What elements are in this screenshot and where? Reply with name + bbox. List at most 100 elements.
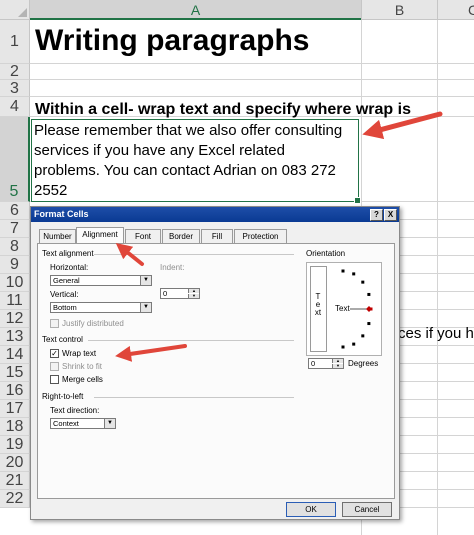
column-header-b[interactable]: B (361, 0, 437, 20)
degrees-value: 0 (311, 359, 316, 368)
divider (94, 397, 294, 398)
overflow-text-row-12: ces if you h (398, 325, 474, 342)
merge-cells-checkbox[interactable] (50, 375, 59, 384)
wrap-text-checkbox[interactable]: ✓ (50, 349, 59, 358)
indent-value: 0 (163, 289, 168, 298)
vertical-value: Bottom (53, 303, 77, 312)
text-direction-value: Context (53, 419, 79, 428)
right-to-left-heading: Right-to-left (42, 392, 84, 401)
row-header[interactable]: 6 (0, 202, 30, 220)
orientation-heading: Orientation (306, 249, 346, 258)
row-header[interactable]: 8 (0, 238, 30, 256)
dial-tick (352, 272, 356, 276)
text-alignment-heading: Text alignment (42, 249, 94, 258)
row-header[interactable]: 21 (0, 472, 30, 490)
text-control-heading: Text control (42, 335, 83, 344)
merge-cells-label: Merge cells (62, 375, 103, 384)
orientation-handle-icon (366, 306, 372, 312)
dial-tick (341, 345, 345, 349)
chevron-down-icon: ▼ (104, 419, 115, 428)
row-header[interactable]: 3 (0, 80, 30, 97)
gridline (437, 20, 438, 535)
dial-tick (367, 322, 371, 326)
divider (94, 254, 294, 255)
tab-protection[interactable]: Protection (234, 229, 287, 243)
vertical-text-sample: Text (314, 292, 322, 317)
row-header[interactable]: 16 (0, 382, 30, 400)
degrees-label: Degrees (348, 359, 379, 368)
dialog-title: Format Cells (34, 209, 89, 219)
title-cell-a1[interactable]: Writing paragraphs (35, 24, 309, 58)
row-header[interactable]: 17 (0, 400, 30, 418)
spin-down-icon[interactable]: ▼ (188, 294, 199, 298)
text-direction-select[interactable]: Context ▼ (50, 418, 116, 429)
divider (88, 340, 294, 341)
dialog-titlebar[interactable]: Format Cells (31, 207, 399, 222)
subheading-cell-a4[interactable]: Within a cell- wrap text and specify whe… (35, 101, 411, 119)
row-header[interactable]: 4 (0, 97, 30, 117)
row-header[interactable]: 2 (0, 64, 30, 80)
dial-tick (361, 334, 365, 338)
row-header[interactable]: 5 (0, 117, 30, 202)
row-header[interactable]: 13 (0, 328, 30, 346)
dial-tick (341, 269, 345, 273)
horizontal-value: General (53, 276, 80, 285)
cancel-button[interactable]: Cancel (342, 502, 392, 517)
row-header[interactable]: 9 (0, 256, 30, 274)
vertical-select[interactable]: Bottom ▼ (50, 302, 152, 313)
tab-number[interactable]: Number (39, 229, 76, 243)
spin-down-icon[interactable]: ▼ (332, 364, 343, 368)
fill-handle[interactable] (354, 197, 361, 204)
row-header[interactable]: 1 (0, 20, 30, 64)
dial-tick (367, 292, 371, 296)
indent-label: Indent: (160, 263, 185, 272)
vertical-label: Vertical: (50, 290, 79, 299)
wrapped-line: Please remember that we also offer consu… (34, 122, 343, 139)
row-header[interactable]: 15 (0, 364, 30, 382)
close-button[interactable]: X (384, 209, 397, 221)
wrapped-line: problems. You can contact Adrian on 083 … (34, 162, 336, 179)
tab-alignment[interactable]: Alignment (76, 227, 124, 244)
row-header[interactable]: 14 (0, 346, 30, 364)
horizontal-text-sample: Text (335, 304, 350, 313)
help-button[interactable]: ? (370, 209, 383, 221)
row-header[interactable]: 18 (0, 418, 30, 436)
alignment-tab-panel: Text alignment Horizontal: General ▼ Ind… (37, 243, 395, 499)
row-header[interactable]: 12 (0, 310, 30, 328)
row-header[interactable]: 20 (0, 454, 30, 472)
row-header[interactable]: 22 (0, 490, 30, 508)
wrap-text-label: Wrap text (62, 349, 97, 358)
column-header-a[interactable]: A (30, 0, 361, 20)
degrees-spinner[interactable]: 0 ▲ ▼ (308, 358, 344, 369)
checkmark-icon: ✓ (51, 349, 58, 358)
gridline (30, 63, 474, 64)
ok-button[interactable]: OK (286, 502, 336, 517)
horizontal-select[interactable]: General ▼ (50, 275, 152, 286)
justify-distributed-label: Justify distributed (62, 319, 124, 328)
vertical-text-box[interactable]: Text (310, 266, 327, 352)
dial-tick (361, 280, 365, 284)
gridline (30, 96, 474, 97)
text-direction-label: Text direction: (50, 406, 100, 415)
chevron-down-icon: ▼ (140, 276, 151, 285)
tab-border[interactable]: Border (162, 229, 200, 243)
row-header[interactable]: 19 (0, 436, 30, 454)
indent-spinner[interactable]: 0 ▲ ▼ (160, 288, 200, 299)
wrapped-line: services if you have any Excel related (34, 142, 285, 159)
row-header[interactable]: 7 (0, 220, 30, 238)
justify-distributed-checkbox[interactable] (50, 319, 59, 328)
select-all-corner[interactable] (0, 0, 30, 20)
horizontal-label: Horizontal: (50, 263, 89, 272)
tab-fill[interactable]: Fill (201, 229, 233, 243)
chevron-down-icon: ▼ (140, 303, 151, 312)
shrink-to-fit-checkbox[interactable] (50, 362, 59, 371)
column-header-c[interactable]: C (437, 0, 474, 20)
row-header[interactable]: 11 (0, 292, 30, 310)
dial-tick (352, 342, 356, 346)
format-cells-dialog: Format Cells ? X Number Alignment Font B… (30, 206, 400, 520)
wrapped-line: 2552 (34, 182, 68, 199)
row-header[interactable]: 10 (0, 274, 30, 292)
wrapped-cell-a5[interactable]: Please remember that we also offer consu… (31, 119, 361, 204)
gridline (30, 79, 474, 80)
tab-font[interactable]: Font (125, 229, 161, 243)
